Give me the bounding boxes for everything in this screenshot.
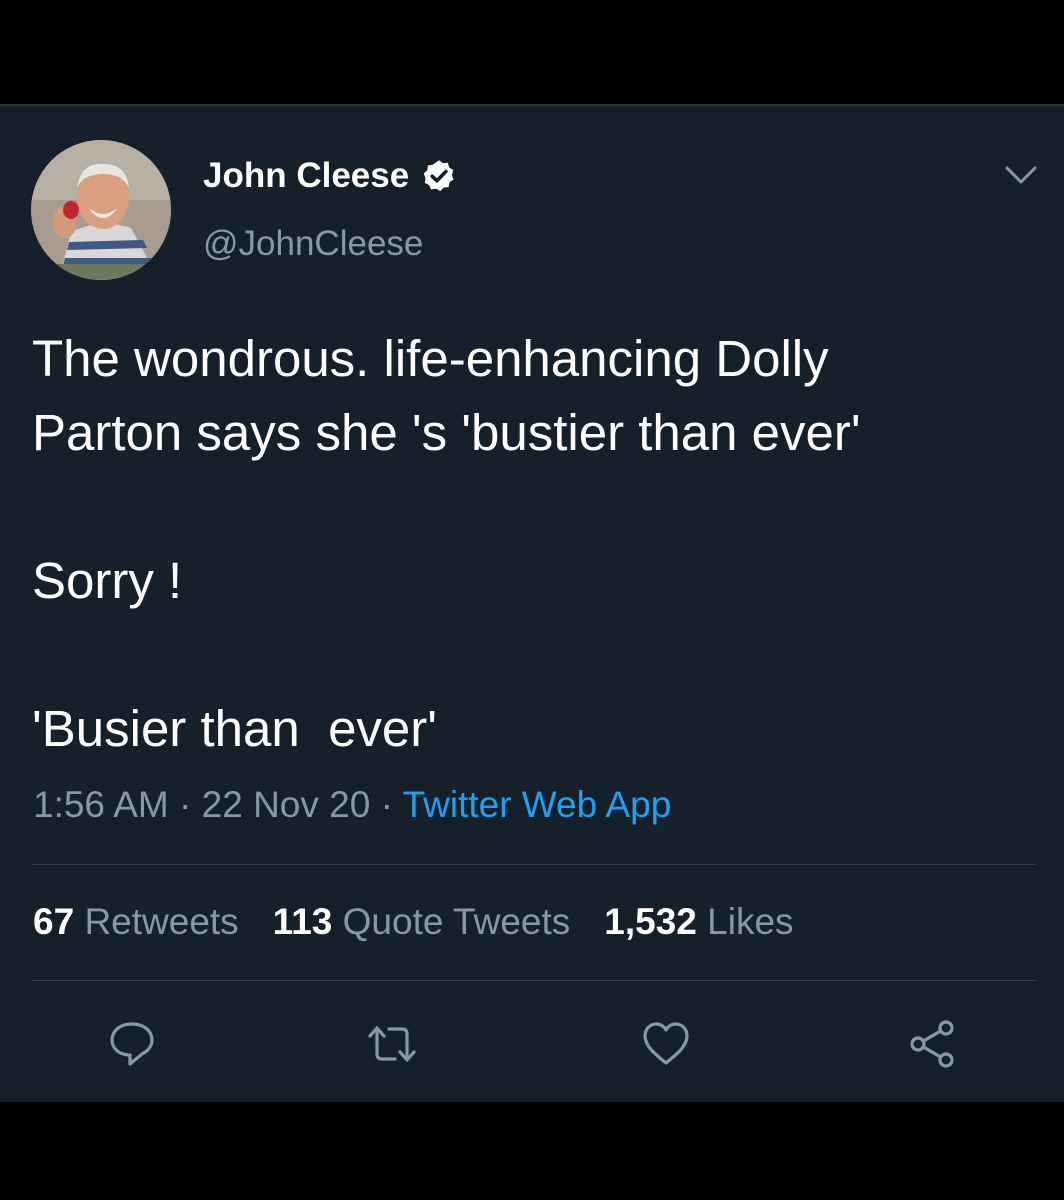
divider [32, 864, 1035, 865]
meta-separator: · [179, 784, 192, 825]
likes-label: Likes [707, 901, 794, 942]
tweet-date: 22 Nov 20 [201, 784, 371, 825]
tweet-text: The wondrous. life-enhancing Dolly Parto… [32, 330, 861, 757]
verified-badge-icon [421, 158, 457, 194]
retweets-count: 67 [33, 901, 75, 942]
divider [32, 980, 1035, 981]
reply-icon[interactable] [106, 1018, 158, 1070]
avatar-image [31, 140, 171, 280]
retweets-label: Retweets [84, 901, 239, 942]
tweet-stats: 67 Retweets 113 Quote Tweets 1,532 Likes [33, 901, 828, 943]
share-icon[interactable] [906, 1018, 958, 1070]
like-icon[interactable] [640, 1018, 692, 1070]
quote-tweets-count: 113 [272, 901, 333, 942]
tweet-source-link[interactable]: Twitter Web App [403, 784, 672, 825]
likes-stat[interactable]: 1,532 Likes [604, 901, 793, 943]
author-display-name[interactable]: John Cleese [203, 156, 409, 196]
tweet-meta: 1:56 AM · 22 Nov 20 · Twitter Web App [33, 784, 671, 826]
quote-tweets-stat[interactable]: 113 Quote Tweets [273, 901, 571, 943]
retweet-icon[interactable] [366, 1018, 418, 1070]
avatar[interactable] [31, 140, 171, 280]
author-name[interactable]: John Cleese [203, 156, 457, 196]
chevron-down-icon[interactable] [1004, 164, 1038, 186]
meta-separator: · [380, 784, 393, 825]
screen: John Cleese @JohnCleese The wondrous. li… [0, 0, 1064, 1200]
tweet-time: 1:56 AM [33, 784, 169, 825]
likes-count: 1,532 [604, 901, 697, 942]
retweets-stat[interactable]: 67 Retweets [33, 901, 239, 943]
author-handle[interactable]: @JohnCleese [203, 224, 423, 264]
tweet-detail: John Cleese @JohnCleese The wondrous. li… [0, 104, 1064, 1102]
quote-tweets-label: Quote Tweets [342, 901, 571, 942]
